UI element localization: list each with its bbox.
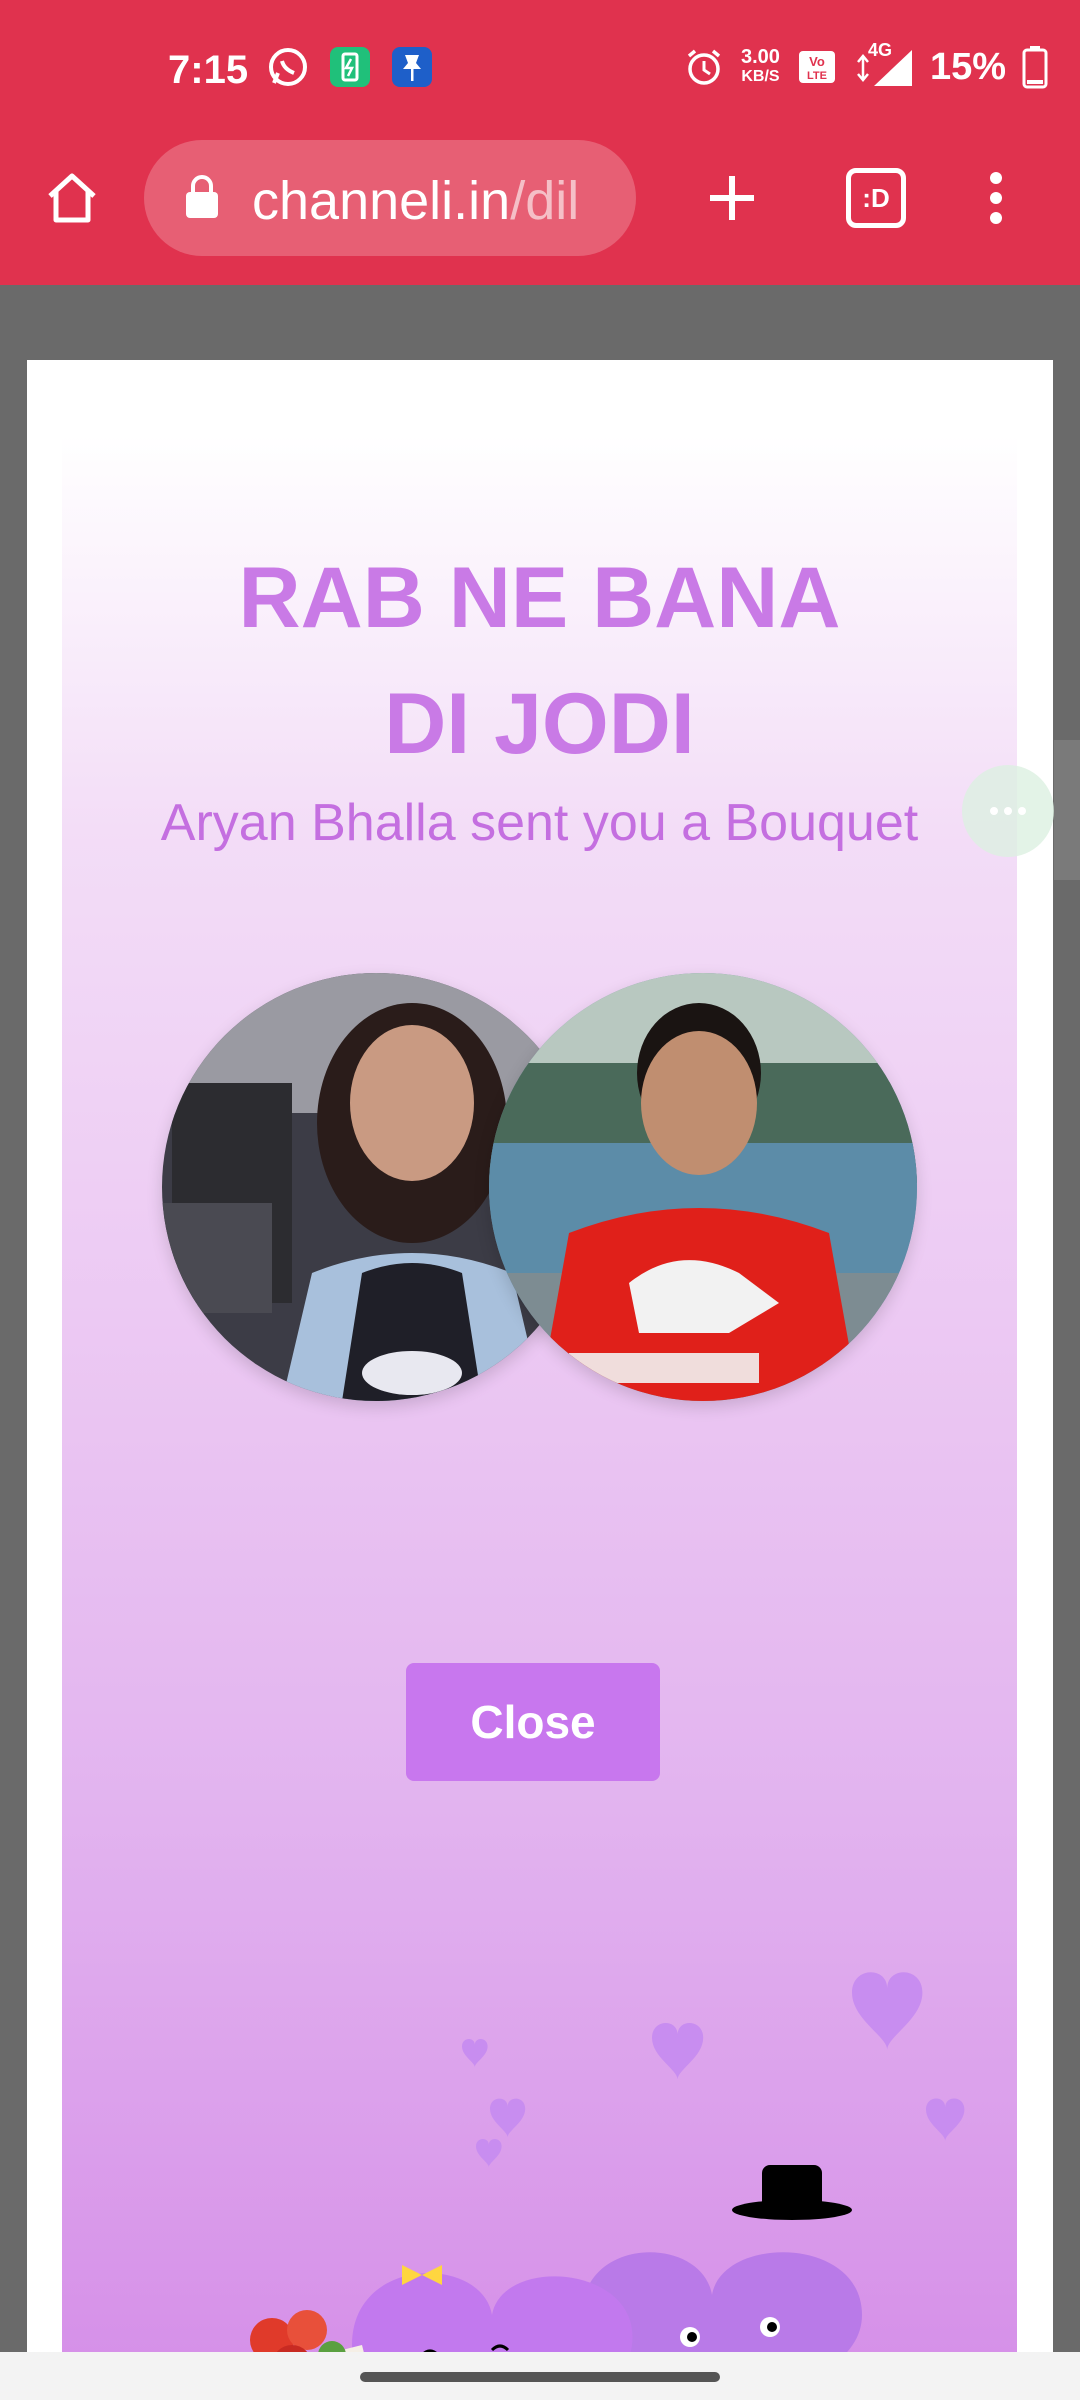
notification-icons bbox=[265, 44, 435, 90]
plus-icon bbox=[710, 176, 754, 220]
card-title: RAB NE BANA DI JODI bbox=[62, 535, 1017, 787]
heart-icon bbox=[852, 1972, 923, 2050]
photo-right bbox=[489, 973, 917, 1401]
title-line-1: RAB NE BANA bbox=[238, 550, 841, 646]
tab-switcher-button[interactable]: :D bbox=[844, 166, 908, 230]
pin-icon bbox=[389, 44, 435, 90]
browser-toolbar: channeli.in/dil :D bbox=[0, 140, 1080, 285]
heart-icon bbox=[926, 2098, 965, 2141]
heart-icon bbox=[652, 2022, 704, 2080]
floating-menu-button[interactable] bbox=[962, 765, 1054, 857]
address-bar[interactable]: channeli.in/dil bbox=[144, 140, 636, 256]
gesture-handle[interactable] bbox=[360, 2372, 720, 2382]
svg-text:LTE: LTE bbox=[807, 70, 827, 82]
net-speed: 3.00 KB/S bbox=[741, 47, 780, 87]
hearts-decoration bbox=[242, 1972, 965, 2400]
card-subtitle: Aryan Bhalla sent you a Bouquet bbox=[160, 794, 919, 852]
url-host: channeli.in bbox=[252, 171, 511, 231]
heart-icon bbox=[476, 2138, 502, 2168]
new-tab-button[interactable] bbox=[700, 166, 764, 230]
title-line-2: DI JODI bbox=[384, 676, 695, 772]
side-panel-edge bbox=[1054, 740, 1080, 880]
more-vert-icon bbox=[990, 172, 1002, 224]
lock-icon bbox=[186, 175, 218, 218]
modal-dialog: RAB NE BANA DI JODI Aryan Bhalla sent yo… bbox=[27, 360, 1053, 2400]
heart-icon bbox=[462, 2038, 488, 2068]
battery-saver-icon bbox=[327, 44, 373, 90]
status-time: 7:15 bbox=[168, 48, 249, 92]
net-speed-unit: KB/S bbox=[741, 68, 780, 85]
more-horiz-icon bbox=[990, 807, 1026, 815]
battery-percent: 15% bbox=[929, 45, 1006, 88]
navigation-bar bbox=[0, 2352, 1080, 2400]
status-bar: 7:15 3.00 KB/S Vo LTE 4G 15% bbox=[0, 0, 1080, 140]
whatsapp-icon bbox=[265, 44, 311, 90]
svg-text:Vo: Vo bbox=[809, 54, 825, 69]
heart-icon bbox=[490, 2098, 526, 2138]
home-button[interactable] bbox=[40, 166, 104, 230]
overflow-menu-button[interactable] bbox=[964, 166, 1028, 230]
net-speed-value: 3.00 bbox=[741, 46, 780, 68]
close-button[interactable]: Close bbox=[406, 1663, 660, 1781]
system-icons: 3.00 KB/S Vo LTE 4G 15% bbox=[681, 40, 1050, 90]
tab-count: :D bbox=[846, 168, 906, 228]
url-path: /dil bbox=[510, 171, 580, 231]
signal-icon: 4G bbox=[854, 40, 916, 90]
page-overlay bbox=[0, 285, 1080, 360]
home-icon bbox=[48, 173, 96, 223]
url-text: channeli.in/dil bbox=[252, 170, 579, 232]
battery-icon bbox=[1020, 44, 1050, 90]
alarm-icon bbox=[681, 44, 727, 90]
bouquet-card: RAB NE BANA DI JODI Aryan Bhalla sent yo… bbox=[62, 435, 1017, 2400]
volte-icon: Vo LTE bbox=[794, 44, 840, 90]
